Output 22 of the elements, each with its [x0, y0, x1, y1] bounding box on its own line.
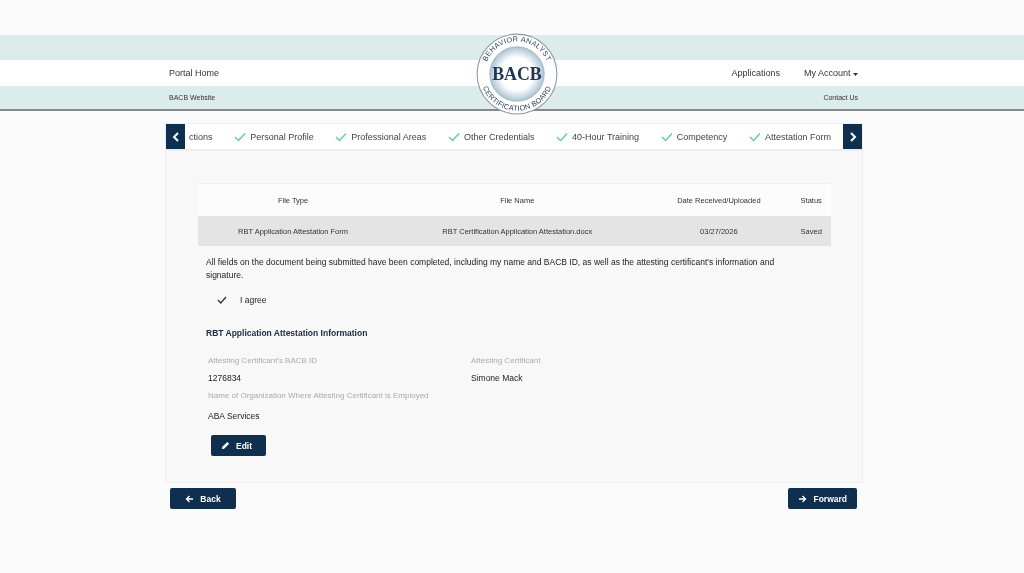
step-tab[interactable]: ctions: [189, 131, 213, 142]
field-value: Simone Mack: [471, 373, 524, 383]
edit-button[interactable]: Edit: [211, 435, 267, 456]
step-tab[interactable]: Attestation Form: [748, 131, 831, 142]
field-value: ABA Services: [208, 411, 261, 421]
account-menu[interactable]: My Account: [803, 68, 858, 78]
field-label: Attesting Certificant: [471, 356, 542, 365]
step-tab[interactable]: 40-Hour Training: [556, 131, 640, 142]
step-tab[interactable]: Personal Profile: [234, 131, 314, 142]
section-title: RBT Application Attestation Information: [206, 328, 369, 338]
step-tab[interactable]: Professional Areas: [335, 131, 427, 142]
field-label: Attesting Certificant's BACB ID: [208, 356, 319, 365]
field-value: 1276834: [208, 373, 243, 383]
step-tab[interactable]: Other Credentials: [447, 131, 535, 142]
back-button[interactable]: Back: [170, 488, 236, 509]
agree-label: I agree: [240, 295, 267, 305]
applications-link[interactable]: Applications: [731, 68, 780, 78]
forward-button[interactable]: Forward: [788, 488, 857, 509]
portal-home-link[interactable]: Portal Home: [169, 68, 220, 78]
field-label: Name of Organization Where Attesting Certificant is Employed: [208, 391, 430, 400]
attestation-statement: All fields on the document being submitted have been completed, including my name and BACB ID, as well as the attesting certificant's information and signature.: [206, 256, 776, 282]
step-tab[interactable]: Competency: [660, 131, 728, 142]
